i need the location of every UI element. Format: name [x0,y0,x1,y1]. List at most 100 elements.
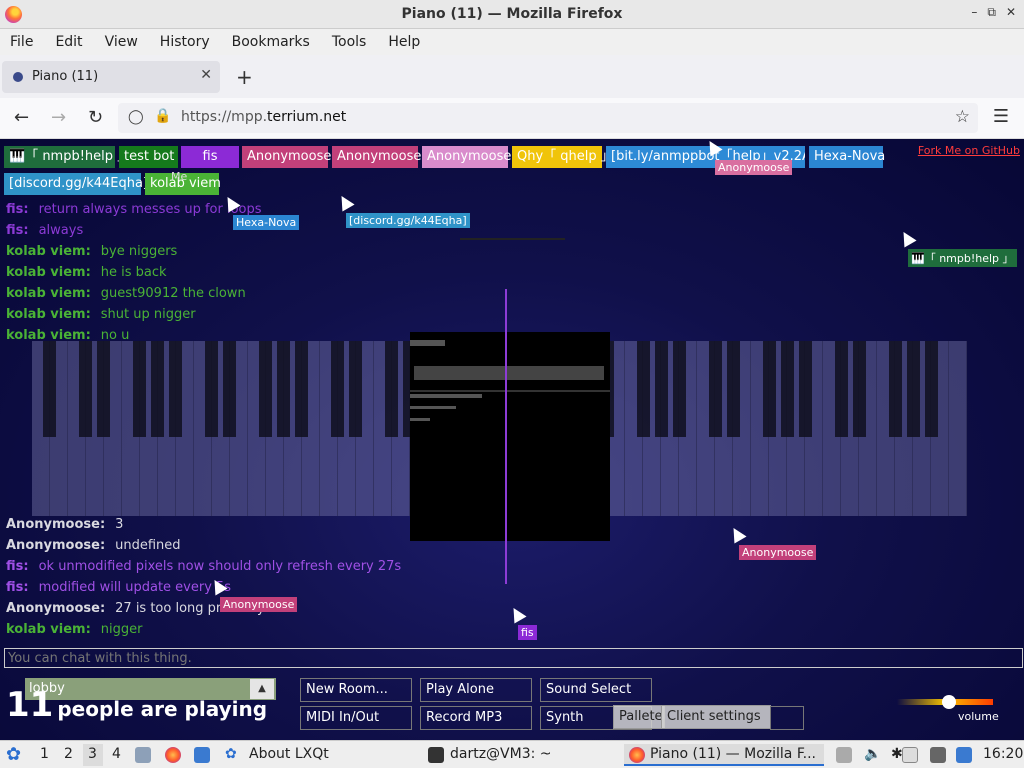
chat-nick[interactable]: fis: [6,223,29,238]
new-tab-icon[interactable]: + [236,65,253,89]
desktop-icon[interactable] [194,747,210,763]
volume-tray-icon[interactable]: 🔈 [864,746,881,762]
piano-black-key[interactable] [924,341,938,437]
close-icon[interactable]: ✕ [1006,5,1016,20]
menu-file[interactable]: File [10,34,33,50]
start-menu-icon[interactable]: ✿ [6,744,21,765]
tray-item-icon[interactable] [836,747,852,763]
volume-slider[interactable] [897,695,993,709]
piano-black-key[interactable] [205,341,219,437]
network-tray-icon[interactable] [956,747,972,763]
about-lxqt-task[interactable]: About LXQt [249,746,329,762]
tab-close-icon[interactable]: ✕ [200,67,212,83]
menu-view[interactable]: View [105,34,138,50]
terminal-task[interactable]: dartz@VM3: ~ [450,746,552,762]
piano-black-key[interactable] [672,341,686,437]
sound-select-button[interactable]: Sound Select [540,678,652,702]
piano-black-key[interactable] [888,341,902,437]
piano-black-key[interactable] [708,341,722,437]
piano-black-key[interactable] [798,341,812,437]
client-settings-button[interactable]: Client settings [661,705,771,729]
chat-input[interactable] [4,648,1023,668]
user-badge[interactable]: 🎹「 nmpb!help 」 [4,146,130,168]
user-badge[interactable]: Anonymoose [422,146,511,168]
restore-icon[interactable]: ⧉ [987,5,996,20]
menu-help[interactable]: Help [388,34,420,50]
piano-black-key[interactable] [259,341,273,437]
piano-black-key[interactable] [79,341,93,437]
chat-nick[interactable]: fis: [6,559,29,574]
chat-nick[interactable]: Anonymoose: [6,517,105,532]
chat-nick[interactable]: kolab viem: [6,265,91,280]
chat-nick[interactable]: Anonymoose: [6,601,105,616]
new-room-button[interactable]: New Room... [300,678,412,702]
piano-black-key[interactable] [295,341,309,437]
clipboard-tray-icon[interactable] [902,747,918,763]
record-mp3-button[interactable]: Record MP3 [420,706,532,730]
url-text[interactable]: https://mpp.terrium.net [181,109,346,125]
piano-black-key[interactable] [133,341,147,437]
back-icon[interactable]: ← [14,107,29,128]
display-tray-icon[interactable] [930,747,946,763]
firefox-launcher-icon[interactable] [165,747,181,763]
piano-black-key[interactable] [151,341,165,437]
bluetooth-tray-icon[interactable]: ✱ [891,746,903,762]
menu-history[interactable]: History [160,34,210,50]
chat-nick[interactable]: Anonymoose: [6,538,105,553]
user-badge[interactable]: Hexa-Nova [809,146,885,168]
piano-black-key[interactable] [654,341,668,437]
chat-nick[interactable]: kolab viem: [6,307,91,322]
piano-black-key[interactable] [906,341,920,437]
reload-icon[interactable]: ↻ [88,107,103,128]
piano-black-key[interactable] [385,341,399,437]
piano-black-key[interactable] [636,341,650,437]
piano-black-key[interactable] [223,341,237,437]
minimize-icon[interactable]: – [971,5,977,20]
user-badge[interactable]: test bot [119,146,178,168]
chat-nick[interactable]: kolab viem: [6,244,91,259]
piano-black-key[interactable] [169,341,183,437]
lock-icon[interactable]: 🔒 [154,108,171,124]
chat-nick[interactable]: kolab viem: [6,622,91,637]
chat-nick[interactable]: kolab viem: [6,286,91,301]
piano-black-key[interactable] [834,341,848,437]
shield-icon[interactable]: ◯ [128,109,144,125]
menu-edit[interactable]: Edit [55,34,82,50]
pallete-button[interactable]: Pallete [613,705,665,729]
forward-icon[interactable]: → [51,107,66,128]
piano-black-key[interactable] [852,341,866,437]
chat-nick[interactable]: fis: [6,202,29,217]
user-badge[interactable]: Anonymoose [242,146,331,168]
piano-black-key[interactable] [762,341,776,437]
bookmark-star-icon[interactable]: ☆ [955,107,970,127]
menu-tools[interactable]: Tools [332,34,367,50]
midi-button[interactable]: MIDI In/Out [300,706,412,730]
piano-black-key[interactable] [349,341,363,437]
user-badge[interactable]: [discord.gg/k44Eqha] [4,173,148,195]
desktop-1[interactable]: 1 [40,746,49,762]
piano-black-key[interactable] [780,341,794,437]
piano-black-key[interactable] [331,341,345,437]
play-alone-button[interactable]: Play Alone [420,678,532,702]
desktop-4[interactable]: 4 [112,746,121,762]
piano-black-key[interactable] [43,341,57,437]
user-badge[interactable]: Qhy「 qhelp 」 [512,146,614,168]
piano-black-key[interactable] [726,341,740,437]
menu-bookmarks[interactable]: Bookmarks [232,34,310,50]
piano-black-key[interactable] [277,341,291,437]
chat-nick[interactable]: fis: [6,580,29,595]
desktop-3[interactable]: 3 [88,746,97,762]
fork-me-link[interactable]: Fork Me on GitHub [918,144,1020,157]
piano-white-key[interactable] [949,341,967,516]
user-badge[interactable]: fis [181,146,239,168]
file-manager-icon[interactable] [135,747,151,763]
piano-black-key[interactable] [97,341,111,437]
tab-piano[interactable]: Piano (11) ✕ [2,61,220,93]
menu-hamburger-icon[interactable]: ☰ [993,106,1009,127]
desktop-2[interactable]: 2 [64,746,73,762]
url-bar[interactable]: ◯ 🔒 https://mpp.terrium.net ☆ [118,103,978,133]
volume-knob[interactable] [942,695,957,709]
extra-button[interactable] [770,706,804,730]
user-badge[interactable]: Anonymoose [332,146,421,168]
firefox-task[interactable]: Piano (11) — Mozilla F... [650,746,816,762]
